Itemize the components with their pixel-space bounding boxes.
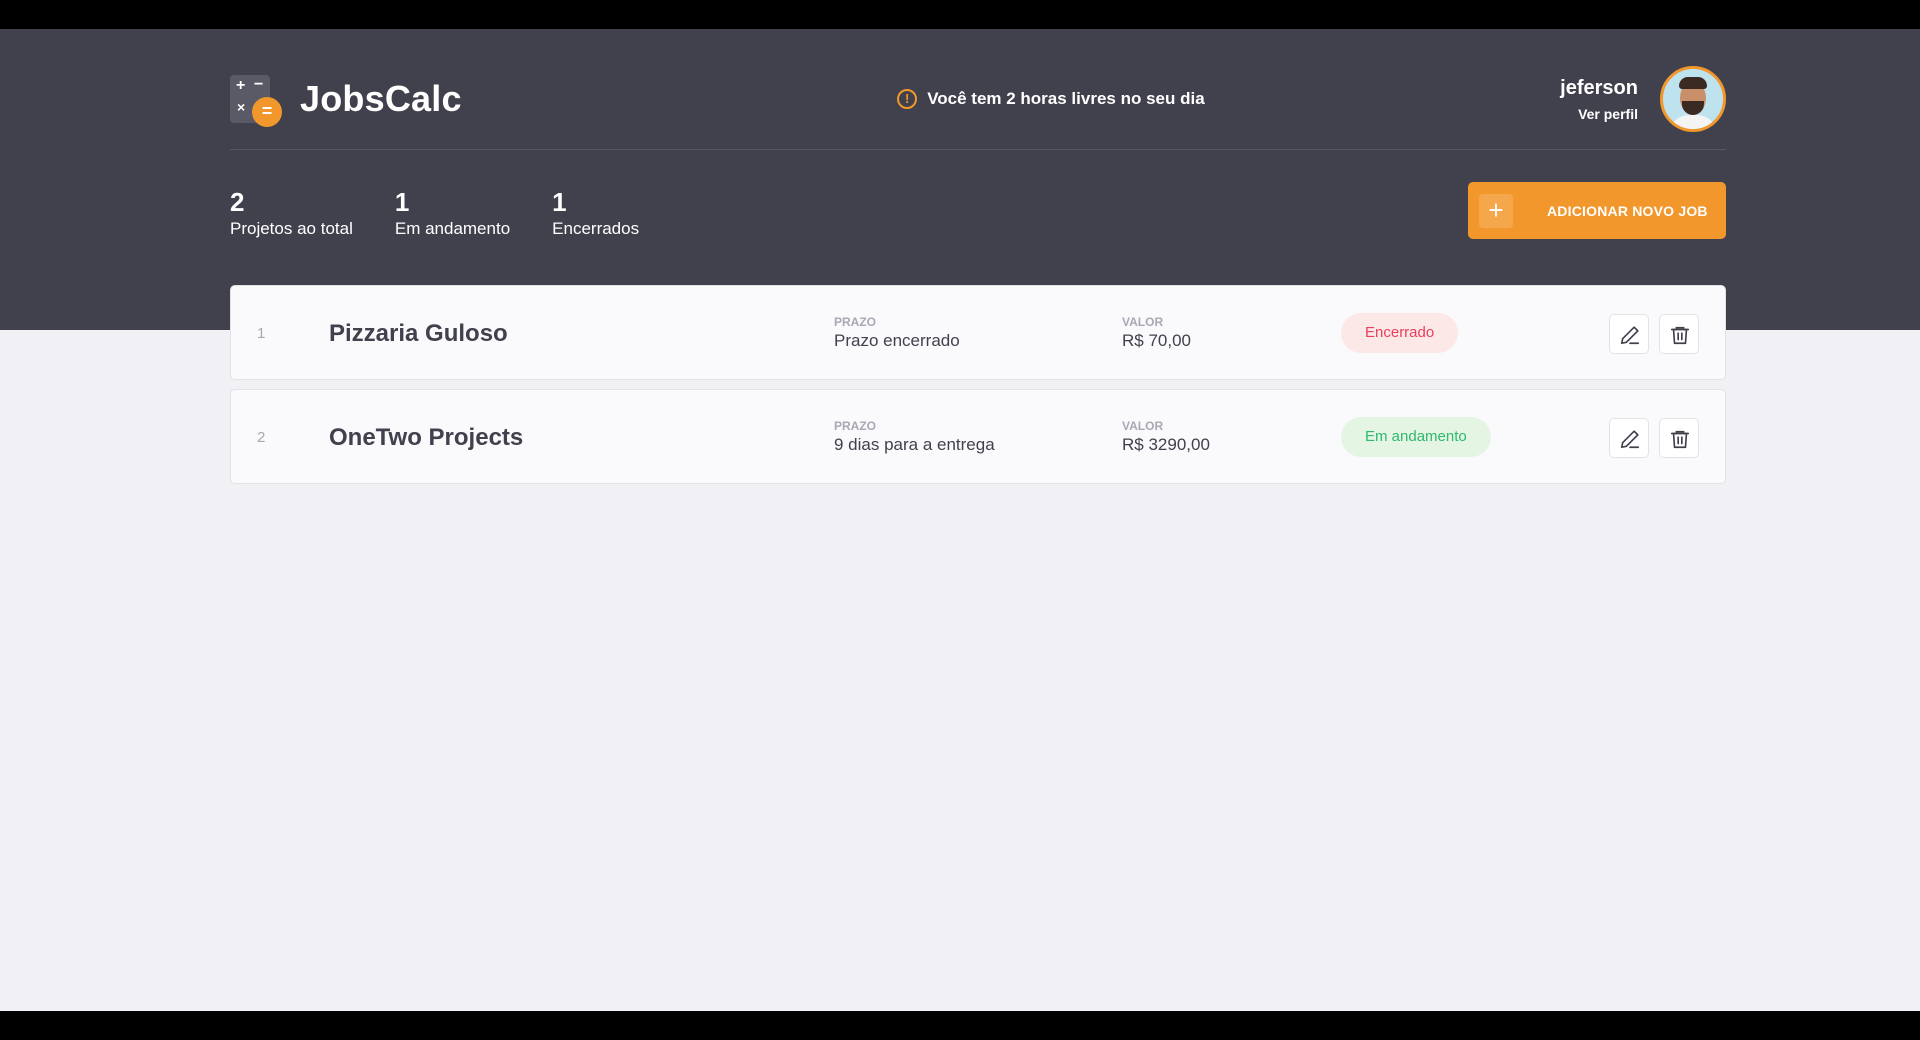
summary-total-label: Projetos ao total	[230, 219, 353, 238]
summary-progress-value: 1	[394, 187, 410, 217]
job-card: 1 Pizzaria Guloso PRAZO Prazo encerrado …	[230, 285, 1726, 380]
pencil-icon	[1620, 326, 1640, 345]
value-amount: R$ 70,00	[1122, 331, 1191, 350]
free-hours-notice: ! Você tem 2 horas livres no seu dia	[897, 89, 1205, 109]
trash-icon	[1670, 326, 1690, 345]
logo[interactable]: + − × = JobsCalc	[230, 75, 462, 127]
add-job-button[interactable]: + ADICIONAR NOVO JOB	[1468, 182, 1726, 239]
status-badge: Encerrado	[1341, 313, 1459, 353]
deadline-title: PRAZO	[834, 315, 876, 329]
job-value: VALOR R$ 70,00	[1122, 315, 1191, 351]
profile-name: jeferson	[1560, 76, 1638, 99]
summary-progress: 1 Em andamento	[395, 187, 510, 247]
status-badge: Em andamento	[1341, 417, 1491, 457]
avatar[interactable]	[1659, 66, 1726, 132]
summary-closed-label: Encerrados	[552, 219, 640, 238]
summary-progress-label: Em andamento	[394, 219, 511, 238]
view-profile-link[interactable]: Ver perfil	[1560, 106, 1638, 122]
trash-icon	[1670, 430, 1690, 449]
summary-total: 2 Projetos ao total	[230, 187, 353, 247]
value-amount: R$ 3290,00	[1122, 435, 1210, 454]
job-deadline: PRAZO 9 dias para a entrega	[834, 419, 995, 455]
deadline-value: Prazo encerrado	[834, 331, 960, 350]
profile[interactable]: jeferson Ver perfil	[1560, 66, 1726, 132]
summary-closed: 1 Encerrados	[552, 187, 639, 247]
plus-icon: +	[1479, 193, 1513, 228]
job-deadline: PRAZO Prazo encerrado	[834, 315, 960, 351]
job-id: 2	[257, 429, 266, 446]
header-top-row: + − × = JobsCalc ! Você tem 2 horas livr…	[230, 66, 1726, 132]
delete-button[interactable]	[1659, 418, 1699, 458]
summary-closed-value: 1	[552, 187, 567, 217]
job-name: OneTwo Projects	[329, 424, 524, 451]
app-name: JobsCalc	[300, 78, 462, 119]
pencil-icon	[1620, 430, 1640, 449]
deadline-value: 9 dias para a entrega	[834, 435, 995, 454]
value-title: VALOR	[1122, 315, 1164, 329]
delete-button[interactable]	[1659, 314, 1699, 354]
edit-button[interactable]	[1609, 314, 1649, 354]
job-card: 2 OneTwo Projects PRAZO 9 dias para a en…	[230, 389, 1726, 484]
add-job-label: ADICIONAR NOVO JOB	[1547, 202, 1708, 219]
job-id: 1	[257, 325, 266, 342]
notice-text: Você tem 2 horas livres no seu dia	[927, 89, 1205, 108]
deadline-title: PRAZO	[834, 419, 876, 433]
job-name: Pizzaria Guloso	[329, 320, 508, 347]
alert-circle-icon: !	[897, 89, 918, 109]
screen-top-bar	[0, 0, 1920, 29]
summary-total-value: 2	[230, 187, 245, 217]
screen-bottom-bar	[0, 1011, 1920, 1040]
header-divider	[230, 149, 1726, 150]
page: + − × = JobsCalc ! Você tem 2 horas livr…	[0, 29, 1920, 1011]
edit-button[interactable]	[1609, 418, 1649, 458]
value-title: VALOR	[1122, 419, 1164, 433]
calculator-logo-icon: + − × =	[230, 75, 282, 127]
job-value: VALOR R$ 3290,00	[1122, 419, 1210, 455]
